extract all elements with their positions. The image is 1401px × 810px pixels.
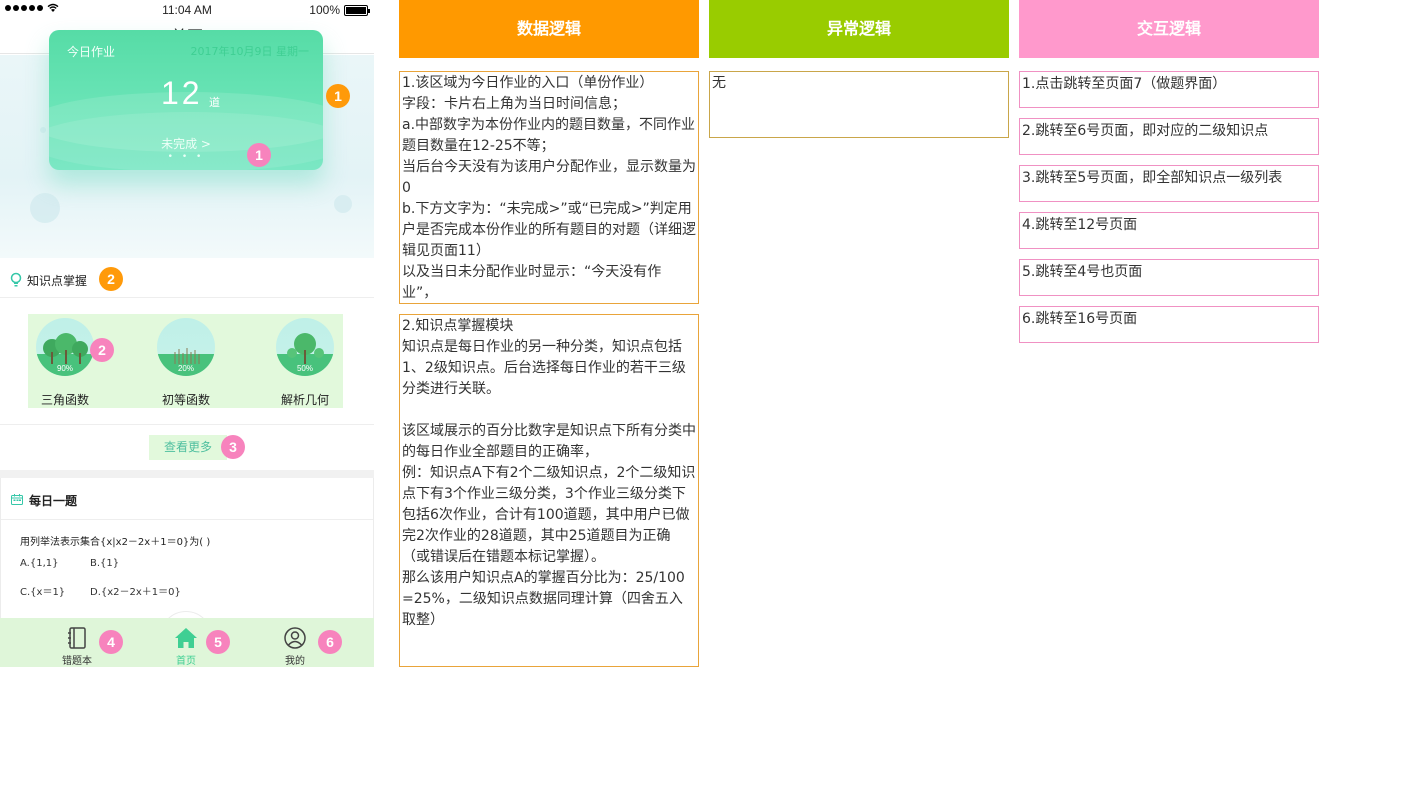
option-b[interactable]: B.{1} <box>90 558 119 569</box>
tab-label: 我的 <box>285 656 305 667</box>
interaction-logic-header: 交互逻辑 <box>1019 0 1319 58</box>
knowledge-percent: 50% <box>296 364 313 373</box>
interaction-note: 5.跳转至4号也页面 <box>1019 259 1319 296</box>
annotation-badge: 3 <box>221 435 245 459</box>
home-icon <box>175 628 197 648</box>
battery-percent: 100% <box>309 3 340 17</box>
daily-title: 每日一题 <box>29 494 78 508</box>
annotation-badge: 1 <box>247 143 271 167</box>
view-more-button[interactable]: 查看更多 <box>149 435 227 460</box>
daily-header: 每日一题 <box>1 478 373 520</box>
calendar-icon <box>11 494 23 505</box>
sprout-illustration-icon: 20% <box>157 318 215 376</box>
homework-unit: 道 <box>209 96 220 109</box>
knowledge-item[interactable]: 50% 解析几何 <box>269 318 349 407</box>
annotation-badge: 1 <box>326 84 350 108</box>
exception-logic-header: 异常逻辑 <box>709 0 1009 58</box>
homework-status-link[interactable]: 未完成 > <box>49 135 323 152</box>
pager-dots: • • • <box>167 152 205 162</box>
exception-note: 无 <box>709 71 1009 138</box>
knowledge-name: 解析几何 <box>280 393 329 407</box>
more-row: 查看更多 <box>0 424 374 470</box>
lightbulb-icon <box>10 272 22 287</box>
knowledge-percent: 90% <box>56 364 73 373</box>
knowledge-name: 三角函数 <box>40 393 89 407</box>
interaction-note: 3.跳转至5号页面，即全部知识点一级列表 <box>1019 165 1319 202</box>
daily-question-card[interactable]: 每日一题 用列举法表示集合{x|x2－2x＋1＝0}为( ) A.{1,1} B… <box>0 478 374 618</box>
user-icon <box>284 627 306 649</box>
knowledge-name: 初等函数 <box>161 393 210 407</box>
option-c[interactable]: C.{x＝1} <box>20 583 65 598</box>
knowledge-percent: 20% <box>177 364 194 373</box>
data-note: 1.该区域为今日作业的入口（单份作业） 字段：卡片右上角为当日时间信息； a.中… <box>399 71 699 304</box>
knowledge-section-header: 知识点掌握 <box>0 262 374 298</box>
homework-card[interactable]: 今日作业 2017年10月9日 星期一 12 道 未完成 > • • • <box>49 30 323 170</box>
interaction-note: 4.跳转至12号页面 <box>1019 212 1319 249</box>
knowledge-item[interactable]: 20% 初等函数 <box>150 318 230 407</box>
option-a[interactable]: A.{1,1} <box>20 558 58 569</box>
knowledge-panel: 90% 三角函数 20% 初等函数 50% 解析几何 <box>28 314 343 408</box>
tree-illustration-icon: 90% <box>36 318 94 376</box>
interaction-note: 1.点击跳转至页面7（做题界面） <box>1019 71 1319 108</box>
knowledge-title: 知识点掌握 <box>27 274 88 288</box>
tab-profile[interactable]: 我的 <box>265 622 325 667</box>
interaction-note: 2.跳转至6号页面，即对应的二级知识点 <box>1019 118 1319 155</box>
tree-illustration-icon: 50% <box>276 318 334 376</box>
homework-label: 今日作业 <box>67 45 116 59</box>
annotation-badge: 2 <box>90 338 114 362</box>
battery-status: 100% <box>309 3 370 17</box>
divider <box>0 470 374 478</box>
homework-date: 2017年10月9日 星期一 <box>190 45 310 58</box>
daily-question-text: 用列举法表示集合{x|x2－2x＋1＝0}为( ) <box>20 537 211 548</box>
tab-label: 首页 <box>176 656 196 667</box>
battery-icon <box>344 4 370 16</box>
option-d[interactable]: D.{x2－2x＋1＝0} <box>90 583 181 598</box>
annotation-badge: 4 <box>99 630 123 654</box>
annotation-badge: 2 <box>99 267 123 291</box>
annotation-badge: 5 <box>206 630 230 654</box>
interaction-note: 6.跳转至16号页面 <box>1019 306 1319 343</box>
annotation-badge: 6 <box>318 630 342 654</box>
data-note: 2.知识点掌握模块 知识点是每日作业的另一种分类，知识点包括1、2级知识点。后台… <box>399 314 699 667</box>
notebook-icon <box>68 627 86 649</box>
tab-label: 错题本 <box>62 656 92 667</box>
data-logic-header: 数据逻辑 <box>399 0 699 58</box>
status-bar: 11:04 AM 100% <box>0 0 374 20</box>
phone-screen: 11:04 AM 100% 首页 今日作业 2017年10月9日 星期一 12 … <box>0 0 374 667</box>
tab-mistakes[interactable]: 错题本 <box>47 622 107 667</box>
homework-count: 12 <box>161 75 203 111</box>
